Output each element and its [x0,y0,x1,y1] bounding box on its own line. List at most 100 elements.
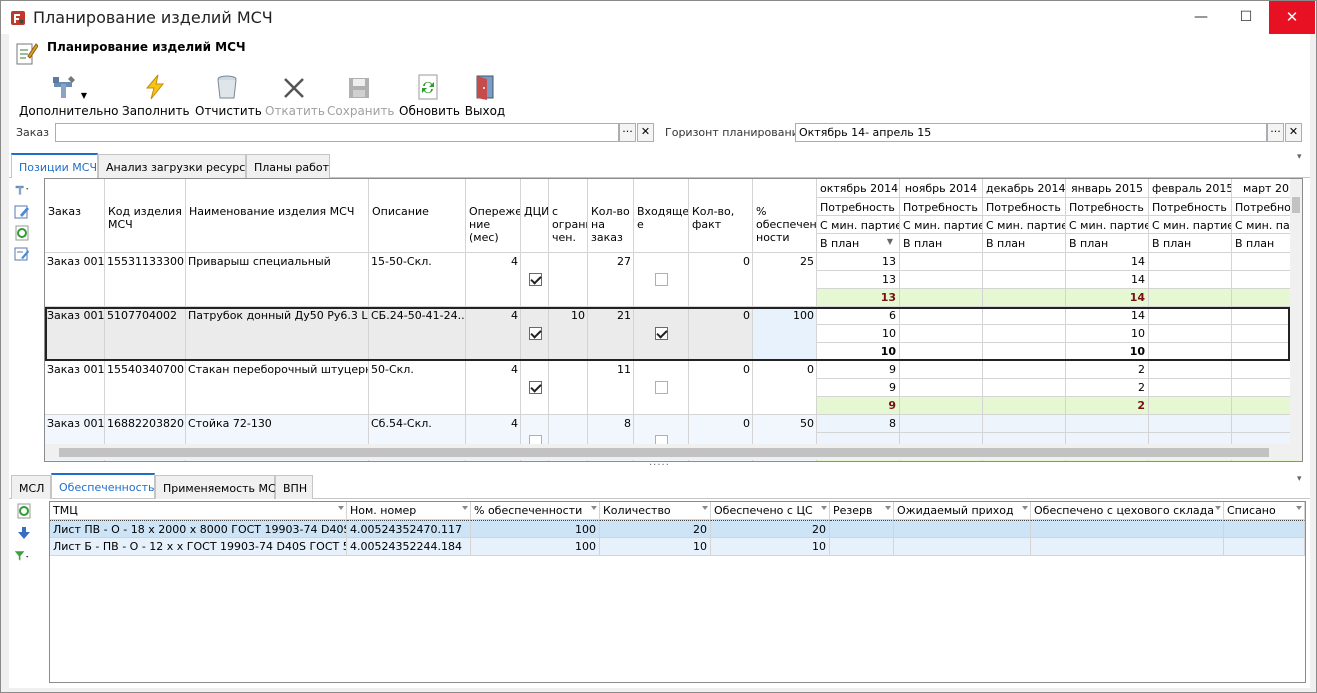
month-min-batch-value[interactable] [900,325,983,343]
column-filter-icon[interactable] [821,506,827,510]
cell-code[interactable]: 15531133300 [105,253,186,307]
cell-dci[interactable] [521,361,549,415]
month-need-value[interactable]: 2 [1066,361,1149,379]
column-header-qty-order[interactable]: Кол-во на заказ [588,179,634,253]
refresh-button[interactable]: Обновить [399,72,460,118]
column-header-order[interactable]: Заказ [45,179,105,253]
month-need-value[interactable]: 14 [1066,253,1149,271]
month-need-value[interactable]: 8 [817,415,900,433]
provision-cell[interactable]: 20 [711,520,830,538]
cell-lead[interactable]: 4 [466,307,521,361]
provision-cell[interactable]: 4.00524352470.117 [347,520,471,538]
month-plan-value[interactable] [983,343,1066,361]
more-button[interactable]: ▼ Дополнительно [19,72,119,118]
month-plan-value[interactable] [1149,397,1232,415]
month-min-batch-value[interactable]: 9 [817,379,900,397]
month-need-value[interactable]: 9 [817,361,900,379]
incoming-checkbox[interactable] [655,273,668,286]
month-need-value[interactable] [900,415,983,433]
provision-cell[interactable] [830,520,894,538]
cell-name[interactable]: Приварыш специальный [186,253,369,307]
positions-grid[interactable]: Заказ Код изделия МСЧ Наименование изделия… [44,178,1303,462]
month-header[interactable]: декабрь 2014 [983,179,1066,198]
to-plan-header[interactable]: В план [1066,234,1149,253]
month-plan-value[interactable] [900,343,983,361]
month-min-batch-value[interactable]: 10 [817,325,900,343]
cell-dci[interactable] [521,253,549,307]
provision-cell[interactable] [830,538,894,556]
order-browse-button[interactable]: ··· [619,123,636,142]
column-filter-icon[interactable] [462,506,468,510]
to-plan-header[interactable]: В план [1149,234,1232,253]
cell-pct[interactable]: 0 [753,361,817,415]
to-plan-header[interactable]: В план [983,234,1066,253]
refresh-small-icon[interactable] [14,225,30,241]
month-need-value[interactable] [900,307,983,325]
month-need-value[interactable]: 14 [1066,307,1149,325]
exit-button[interactable]: Выход [463,72,507,118]
provision-column-header[interactable]: Ном. номер [347,502,471,520]
cell-code[interactable]: 5107704002 [105,307,186,361]
month-plan-value[interactable] [900,289,983,307]
cell-incoming[interactable] [634,253,689,307]
cell-order[interactable]: Заказ 001 [45,253,105,307]
tab-positions[interactable]: Позиции МСЧ [11,153,98,178]
month-header[interactable]: февраль 2015 [1149,179,1232,198]
provision-cell[interactable]: Лист Б - ПВ - О - 12 х х ГОСТ 19903-74 D… [50,538,347,556]
month-need-value[interactable] [1149,253,1232,271]
tab-work-plans[interactable]: Планы работ [246,154,330,178]
tabs-menu-arrow[interactable]: ▾ [1297,152,1302,162]
minimize-button[interactable]: — [1178,1,1224,34]
positions-vertical-scrollbar[interactable] [1290,179,1302,444]
tab-provision[interactable]: Обеспеченность [51,473,155,498]
provision-cell[interactable] [1224,520,1305,538]
provision-column-header[interactable]: Списано [1224,502,1305,520]
cell-qty-fact[interactable]: 0 [689,361,753,415]
month-need-value[interactable] [983,415,1066,433]
cell-code[interactable]: 15540340700 [105,361,186,415]
provision-grid[interactable]: ТМЦ Ном. номер % обеспеченности Количество О… [49,501,1306,683]
cell-name[interactable]: Патрубок донный Ду50 Ру6.3 L... [186,307,369,361]
month-need-value[interactable] [1149,415,1232,433]
provision-cell[interactable] [1031,520,1224,538]
horizon-clear-button[interactable]: ✕ [1285,123,1302,142]
month-plan-value[interactable] [1149,343,1232,361]
column-header-lead[interactable]: Опереже ние (мес) [466,179,521,253]
cell-dci[interactable] [521,307,549,361]
month-min-batch-value[interactable]: 10 [1066,325,1149,343]
horizon-browse-button[interactable]: ··· [1267,123,1284,142]
column-header-pct[interactable]: % обеспечен ности [753,179,817,253]
column-header-incoming[interactable]: Входяще е [634,179,689,253]
provision-column-header[interactable]: Обеспечено с ЦС [711,502,830,520]
cell-qty-fact[interactable]: 0 [689,307,753,361]
provision-column-header[interactable]: Обеспечено с цехового склада [1031,502,1224,520]
order-field[interactable] [55,123,619,142]
refresh-bottom-icon[interactable] [16,503,32,519]
column-filter-icon[interactable] [591,506,597,510]
month-min-batch-value[interactable] [900,271,983,289]
tab-msl[interactable]: МСЛ [11,475,51,499]
bottom-tabs-menu-arrow[interactable]: ▾ [1297,474,1302,484]
save-button[interactable]: Сохранить [327,72,395,118]
cell-lead[interactable]: 4 [466,253,521,307]
sort-desc-icon[interactable]: ▼ [887,237,893,246]
month-need-value[interactable]: 6 [817,307,900,325]
cell-incoming[interactable] [634,307,689,361]
month-min-batch-value[interactable] [1149,271,1232,289]
provision-column-header[interactable]: % обеспеченности [471,502,600,520]
provision-cell[interactable]: 10 [711,538,830,556]
month-min-batch-value[interactable]: 14 [1066,271,1149,289]
fill-button[interactable]: Заполнить [122,72,190,118]
month-need-value[interactable] [983,253,1066,271]
column-filter-icon[interactable] [1296,506,1302,510]
dci-checkbox[interactable] [529,273,542,286]
column-header-limited[interactable]: с ограни чен. [549,179,588,253]
column-header-desc[interactable]: Описание [369,179,466,253]
positions-horizontal-scrollbar[interactable] [45,444,1302,460]
cell-qty-order[interactable]: 21 [588,307,634,361]
cell-name[interactable]: Стакан переборочный штуцерный [186,361,369,415]
provision-cell[interactable] [1031,538,1224,556]
month-min-batch-value[interactable] [983,271,1066,289]
month-plan-value[interactable] [1149,289,1232,307]
cell-limited[interactable] [549,253,588,307]
